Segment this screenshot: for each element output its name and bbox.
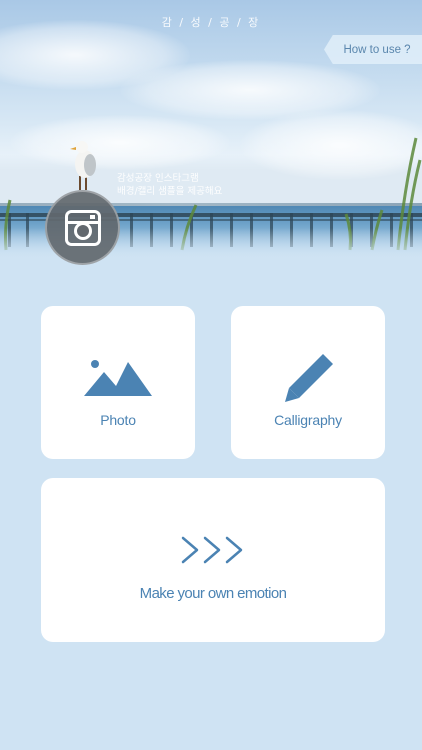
promo-line-1: 감성공장 인스타그램 <box>117 173 199 184</box>
promo-line-2: 배경/캘리 샘플을 제공해요 <box>117 186 223 197</box>
pencil-icon <box>285 354 333 402</box>
triple-chevron-right-icon <box>181 536 243 564</box>
instagram-button[interactable] <box>45 190 120 265</box>
calligraphy-label: Calligraphy <box>274 412 342 428</box>
photo-button[interactable]: Photo <box>41 306 195 459</box>
make-emotion-button[interactable]: Make your own emotion <box>41 478 385 642</box>
how-to-use-button[interactable]: How to use ? <box>324 35 422 64</box>
mountain-image-icon <box>84 360 152 396</box>
instagram-icon <box>65 210 101 246</box>
make-emotion-label: Make your own emotion <box>139 585 287 602</box>
instagram-promo-text: 감성공장 인스타그램 배경/캘리 샘플을 제공해요 <box>117 172 222 198</box>
photo-label: Photo <box>100 412 136 428</box>
calligraphy-button[interactable]: Calligraphy <box>231 306 385 459</box>
app-title: 감 / 성 / 공 / 장 <box>161 16 261 29</box>
